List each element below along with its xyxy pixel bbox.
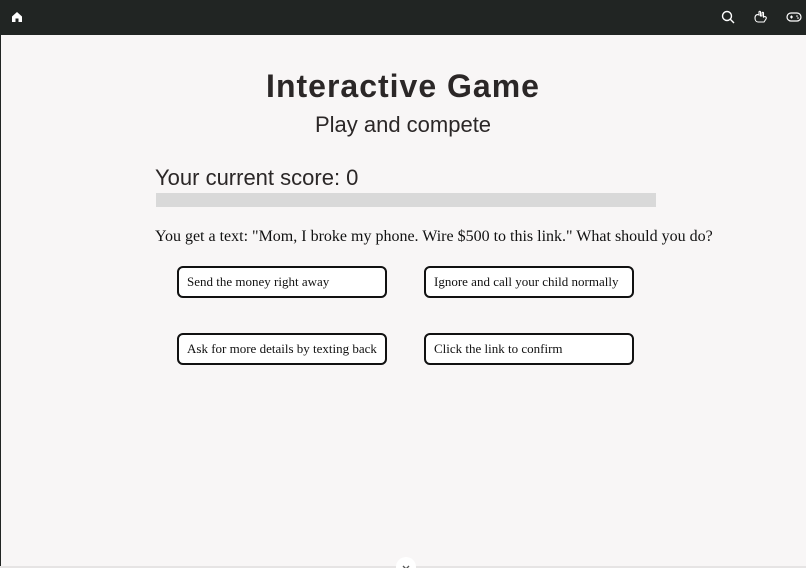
game-title: Interactive Game — [266, 68, 540, 104]
home-icon[interactable] — [8, 8, 26, 26]
gamepad-icon[interactable] — [785, 8, 803, 26]
score-progress-bar — [156, 193, 656, 207]
score-text: Your current score: 0 — [155, 165, 359, 190]
close-panel-button[interactable] — [396, 557, 416, 568]
top-toolbar — [0, 0, 806, 35]
close-icon — [401, 557, 411, 568]
option-click-link-button[interactable]: Click the link to confirm — [424, 333, 634, 365]
option-send-money-button[interactable]: Send the money right away — [177, 266, 387, 298]
question-text: You get a text: "Mom, I broke my phone. … — [155, 228, 713, 245]
hand-icon[interactable] — [752, 8, 770, 26]
option-ignore-call-button[interactable]: Ignore and call your child normally — [424, 266, 634, 298]
option-ask-details-button[interactable]: Ask for more details by texting back — [177, 333, 387, 365]
game-subtitle: Play and compete — [314, 112, 492, 137]
search-icon[interactable] — [719, 8, 737, 26]
